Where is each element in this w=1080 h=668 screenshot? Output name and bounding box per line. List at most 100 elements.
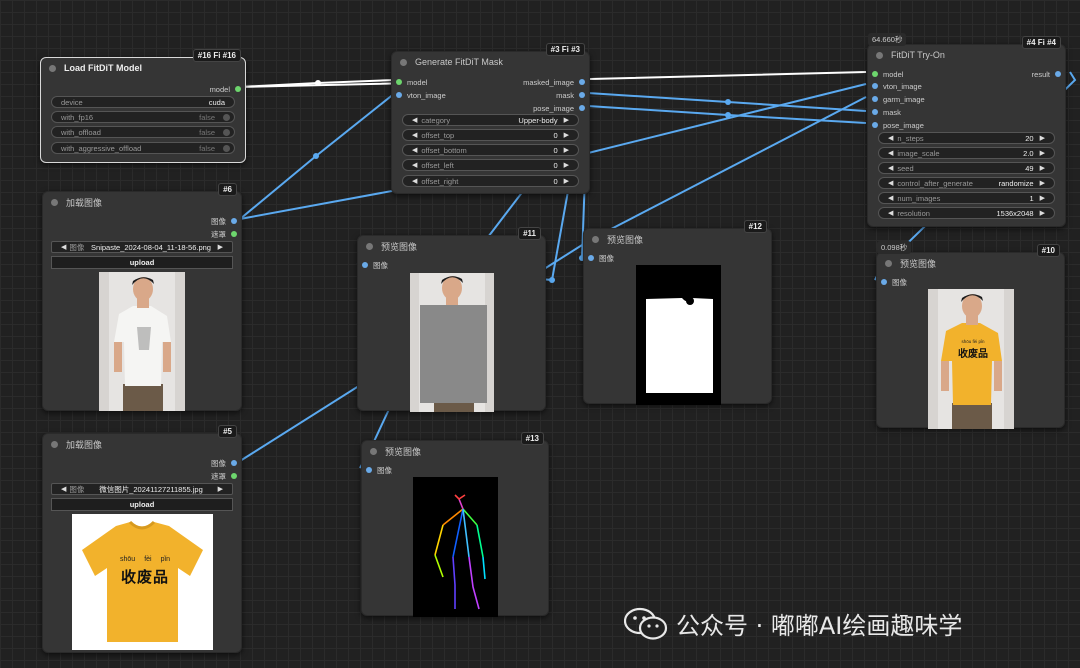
offset-top-number[interactable]: ◀ offset_top 0 ▶ <box>402 129 579 141</box>
output-port[interactable] <box>235 86 241 92</box>
device-widget[interactable]: device cuda <box>51 96 235 108</box>
resolution-combo[interactable]: ◀ resolution 1536x2048 ▶ <box>878 207 1055 219</box>
n-steps-number[interactable]: ◀ n_steps 20 ▶ <box>878 132 1055 144</box>
collapse-dot-icon[interactable] <box>592 235 599 243</box>
input-pose-image[interactable]: pose_image <box>872 119 924 131</box>
input-model[interactable]: model <box>396 76 427 88</box>
output-mask[interactable]: 遮罩 <box>211 228 237 240</box>
output-port[interactable] <box>231 473 237 479</box>
with-offload-toggle[interactable]: with_offload false <box>51 126 235 138</box>
input-garm-image[interactable]: garm_image <box>872 93 925 105</box>
control-after-generate-combo[interactable]: ◀ control_after_generate randomize ▶ <box>878 177 1055 189</box>
offset-right-number[interactable]: ◀ offset_right 0 ▶ <box>402 175 579 187</box>
input-port[interactable] <box>588 255 594 261</box>
node-header[interactable]: 预览图像 <box>877 253 1064 273</box>
node-header[interactable]: 预览图像 <box>358 236 545 256</box>
with-fp16-toggle[interactable]: with_fp16 false <box>51 111 235 123</box>
next-arrow-icon[interactable]: ▶ <box>564 116 569 124</box>
image-file-select[interactable]: ◀ 图像 微信图片_20241127211855.jpg ▶ <box>51 483 233 495</box>
output-port[interactable] <box>1055 71 1061 77</box>
input-port[interactable] <box>872 122 878 128</box>
preview-image-node-11[interactable]: #11 预览图像 图像 <box>357 227 546 412</box>
offset-bottom-number[interactable]: ◀ offset_bottom 0 ▶ <box>402 144 579 156</box>
next-arrow-icon[interactable]: ▶ <box>218 243 223 251</box>
prev-arrow-icon[interactable]: ◀ <box>412 161 417 169</box>
output-result[interactable]: result <box>1032 68 1061 80</box>
input-port[interactable] <box>881 279 887 285</box>
collapse-dot-icon[interactable] <box>876 51 883 59</box>
prev-arrow-icon[interactable]: ◀ <box>888 149 893 157</box>
prev-arrow-icon[interactable]: ◀ <box>888 179 893 187</box>
input-port[interactable] <box>872 83 878 89</box>
input-mask[interactable]: mask <box>872 106 901 118</box>
generate-fitdit-mask-node[interactable]: #3 Fi #3 Generate FitDiT Mask model vton… <box>391 43 590 194</box>
output-mask[interactable]: mask <box>556 89 585 101</box>
output-image[interactable]: 图像 <box>211 457 237 469</box>
prev-arrow-icon[interactable]: ◀ <box>412 116 417 124</box>
next-arrow-icon[interactable]: ▶ <box>564 131 569 139</box>
next-arrow-icon[interactable]: ▶ <box>218 485 223 493</box>
node-header[interactable]: 加载图像 <box>43 192 241 212</box>
output-pose-image[interactable]: pose_image <box>533 102 585 114</box>
node-header[interactable]: 加载图像 <box>43 434 241 454</box>
collapse-dot-icon[interactable] <box>51 198 58 206</box>
next-arrow-icon[interactable]: ▶ <box>1040 134 1045 142</box>
input-port[interactable] <box>872 71 878 77</box>
collapse-dot-icon[interactable] <box>51 440 58 448</box>
output-port[interactable] <box>579 92 585 98</box>
next-arrow-icon[interactable]: ▶ <box>564 146 569 154</box>
output-port[interactable] <box>231 218 237 224</box>
input-vton-image[interactable]: vton_image <box>872 80 922 92</box>
image-scale-number[interactable]: ◀ image_scale 2.0 ▶ <box>878 147 1055 159</box>
input-port[interactable] <box>362 262 368 268</box>
collapse-dot-icon[interactable] <box>400 58 407 66</box>
output-model[interactable]: model <box>210 83 241 95</box>
prev-arrow-icon[interactable]: ◀ <box>61 485 66 493</box>
upload-button[interactable]: upload <box>51 498 233 511</box>
load-image-node-6[interactable]: #6 加载图像 图像 遮罩 ◀ 图像 Snipaste_2024-08-04_1… <box>42 183 242 411</box>
input-image[interactable]: 图像 <box>366 464 392 476</box>
output-masked-image[interactable]: masked_image <box>523 76 585 88</box>
output-image[interactable]: 图像 <box>211 215 237 227</box>
input-image[interactable]: 图像 <box>881 276 907 288</box>
collapse-dot-icon[interactable] <box>370 447 377 455</box>
prev-arrow-icon[interactable]: ◀ <box>412 177 417 185</box>
load-fitdit-model-node[interactable]: #16 Fi #16 Load FitDiT Model model devic… <box>40 49 246 163</box>
preview-image-node-10[interactable]: 0.098秒 #10 预览图像 图像 shōu fèi pǐn 收废品 <box>876 241 1065 429</box>
prev-arrow-icon[interactable]: ◀ <box>412 131 417 139</box>
input-port[interactable] <box>396 79 402 85</box>
node-header[interactable]: 预览图像 <box>362 441 548 461</box>
load-image-node-5[interactable]: #5 加载图像 图像 遮罩 ◀ 图像 微信图片_20241127211855.j… <box>42 425 242 653</box>
next-arrow-icon[interactable]: ▶ <box>564 177 569 185</box>
collapse-dot-icon[interactable] <box>885 259 892 267</box>
prev-arrow-icon[interactable]: ◀ <box>412 146 417 154</box>
node-header[interactable]: 预览图像 <box>584 229 771 249</box>
input-port[interactable] <box>366 467 372 473</box>
next-arrow-icon[interactable]: ▶ <box>1040 209 1045 217</box>
num-images-number[interactable]: ◀ num_images 1 ▶ <box>878 192 1055 204</box>
output-port[interactable] <box>231 231 237 237</box>
prev-arrow-icon[interactable]: ◀ <box>888 194 893 202</box>
seed-number[interactable]: ◀ seed 49 ▶ <box>878 162 1055 174</box>
preview-image-node-13[interactable]: #13 预览图像 图像 <box>361 432 549 617</box>
input-port[interactable] <box>872 109 878 115</box>
input-model[interactable]: model <box>872 68 903 80</box>
next-arrow-icon[interactable]: ▶ <box>564 161 569 169</box>
output-mask[interactable]: 遮罩 <box>211 470 237 482</box>
next-arrow-icon[interactable]: ▶ <box>1040 179 1045 187</box>
offset-left-number[interactable]: ◀ offset_left 0 ▶ <box>402 159 579 171</box>
preview-image-node-12[interactable]: #12 预览图像 图像 <box>583 220 772 405</box>
next-arrow-icon[interactable]: ▶ <box>1040 194 1045 202</box>
input-port[interactable] <box>872 96 878 102</box>
fitdit-tryon-node[interactable]: 64.660秒 #4 Fi #4 FitDiT Try-On model vto… <box>867 33 1066 227</box>
input-image[interactable]: 图像 <box>588 252 614 264</box>
input-port[interactable] <box>396 92 402 98</box>
next-arrow-icon[interactable]: ▶ <box>1040 164 1045 172</box>
category-combo[interactable]: ◀ category Upper-body ▶ <box>402 114 579 126</box>
output-port[interactable] <box>579 105 585 111</box>
input-image[interactable]: 图像 <box>362 259 388 271</box>
input-vton-image[interactable]: vton_image <box>396 89 446 101</box>
collapse-dot-icon[interactable] <box>49 64 56 72</box>
prev-arrow-icon[interactable]: ◀ <box>61 243 66 251</box>
prev-arrow-icon[interactable]: ◀ <box>888 134 893 142</box>
